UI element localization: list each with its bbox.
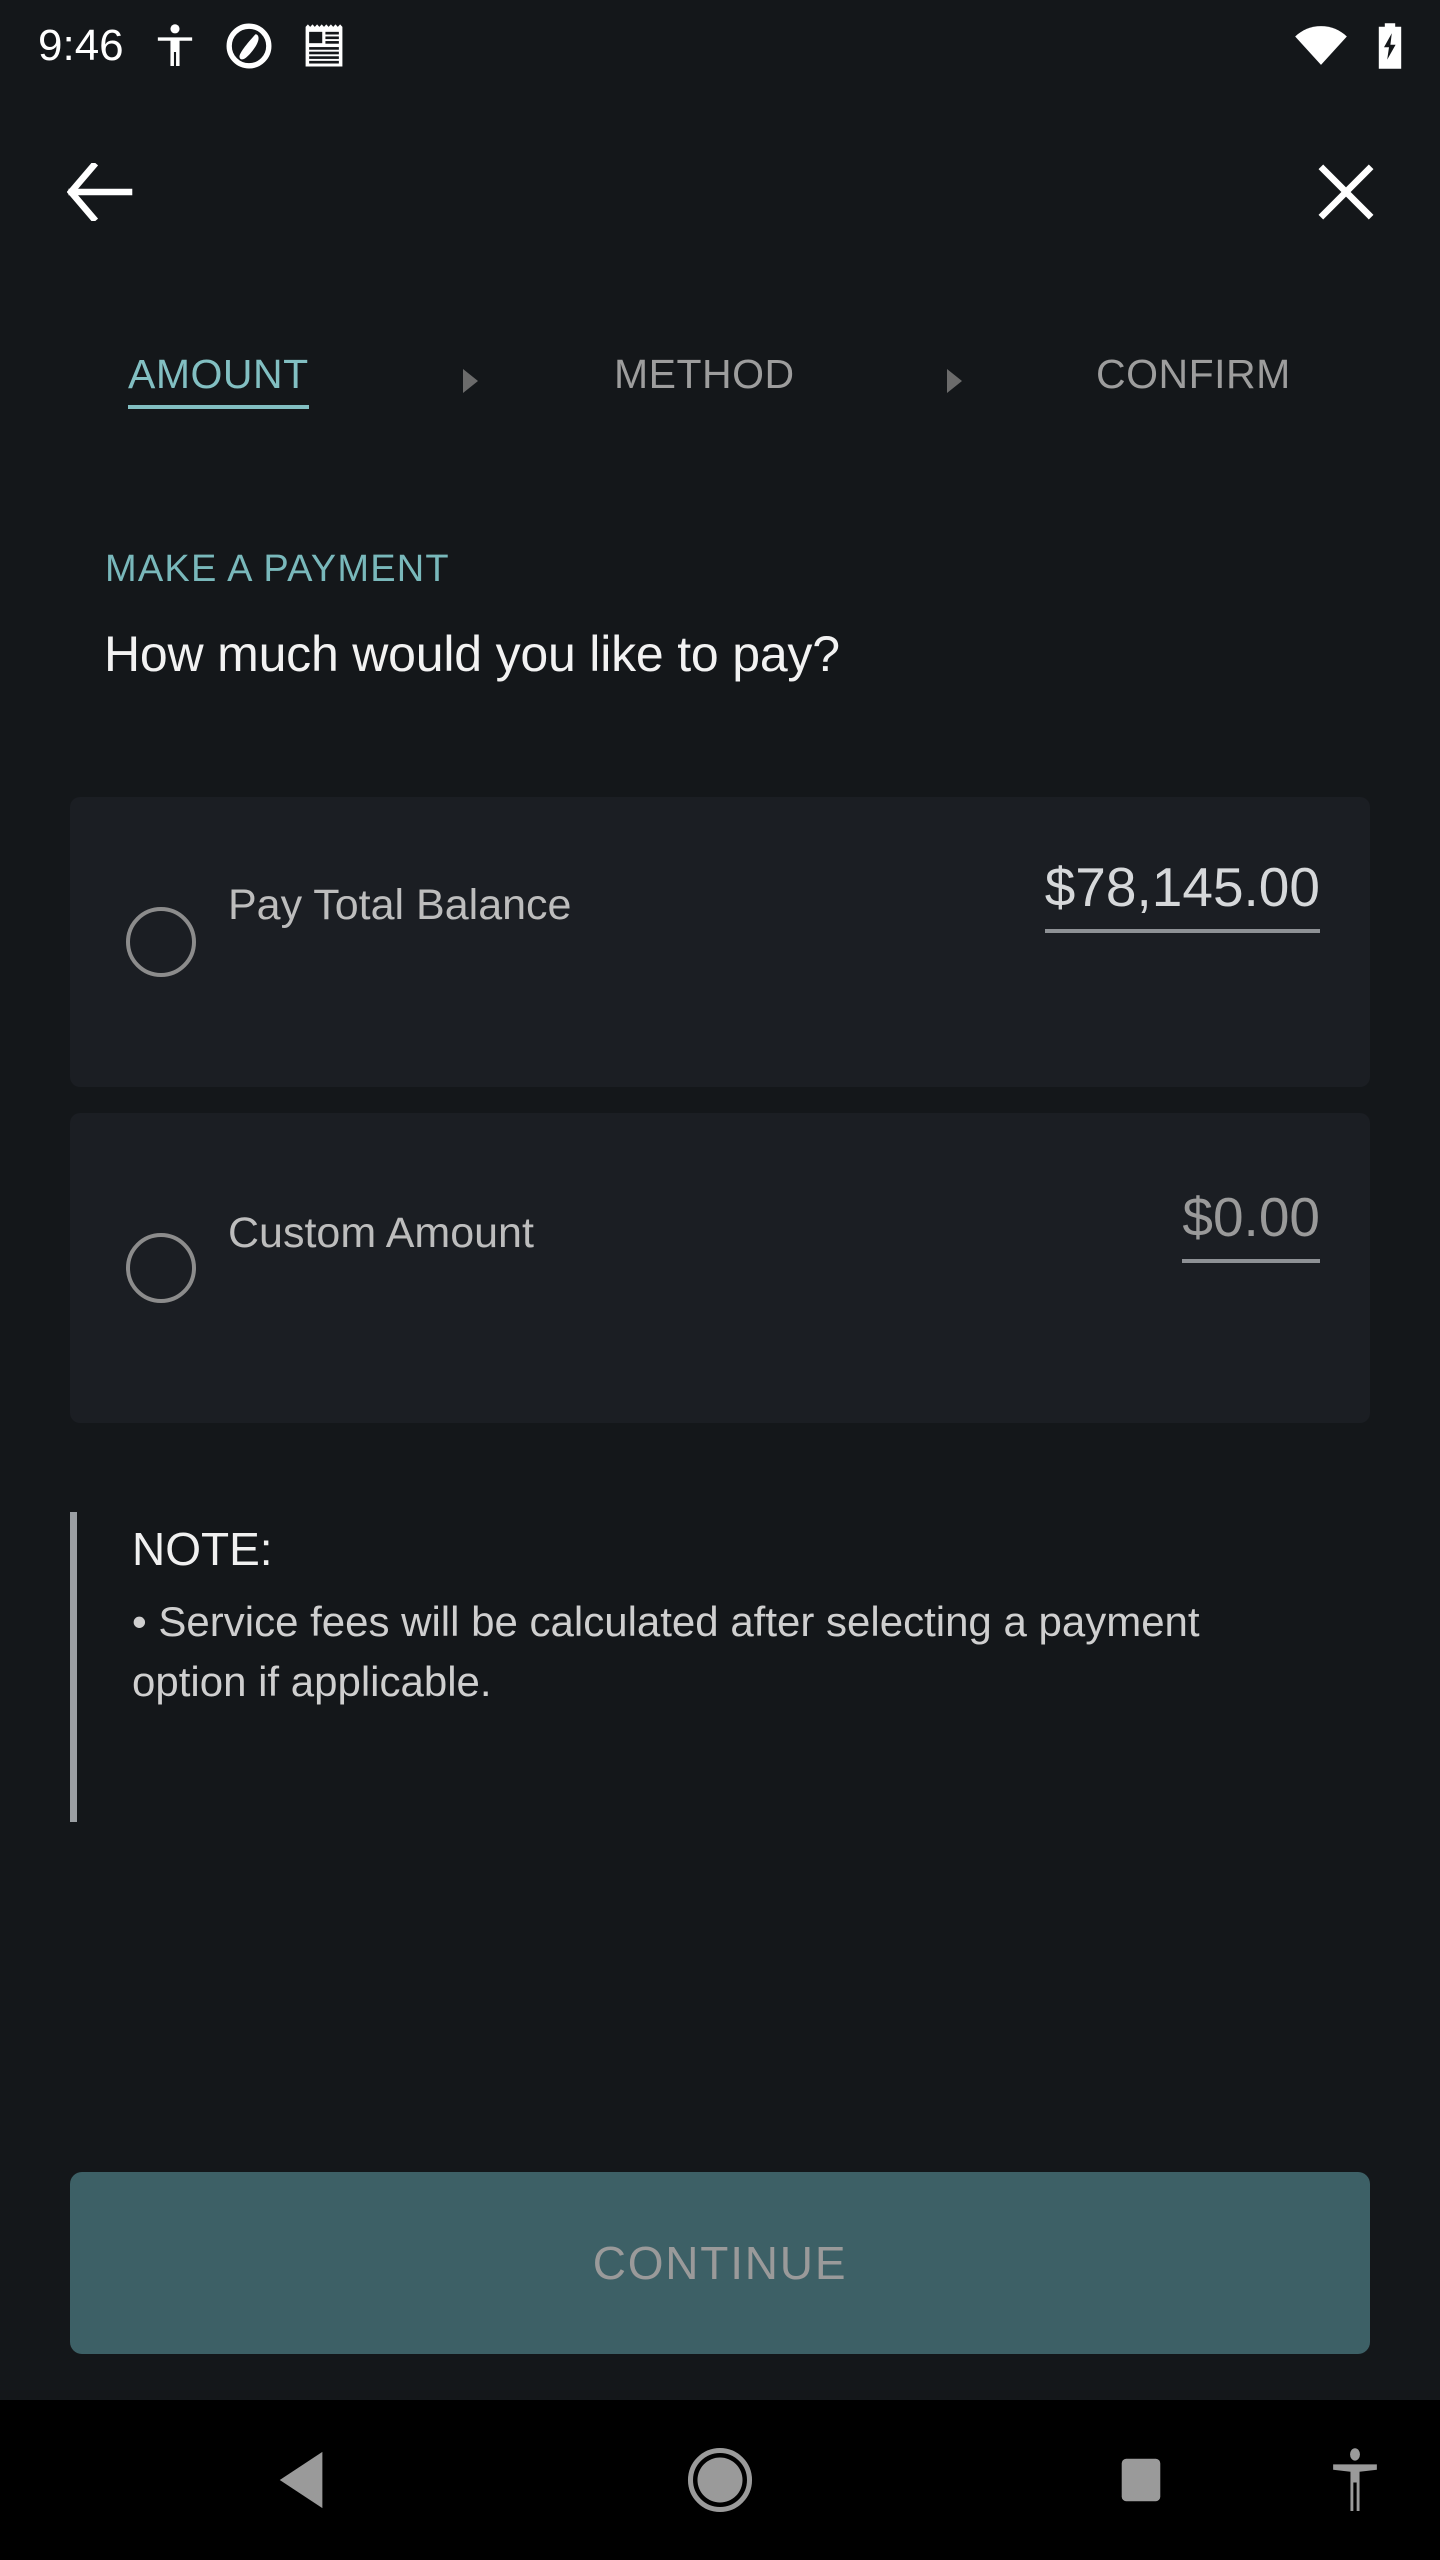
payment-amount-screen: 9:46 AMOUNT METHOD CONFIRM MAKE A PAYMEN…: [0, 0, 1440, 2560]
nav-home-button[interactable]: [672, 2440, 768, 2520]
battery-charging-icon: [1378, 23, 1402, 69]
checkout-stepper: AMOUNT METHOD CONFIRM: [0, 335, 1440, 435]
payment-option-custom-amount[interactable]: Custom Amount $0.00: [70, 1113, 1370, 1423]
step-amount[interactable]: AMOUNT: [128, 351, 309, 409]
page-title: How much would you like to pay?: [104, 626, 840, 682]
note-accent-bar: [70, 1512, 77, 1822]
step-method[interactable]: METHOD: [614, 351, 795, 398]
continue-button-label: CONTINUE: [592, 2237, 848, 2289]
note-block: NOTE: • Service fees will be calculated …: [70, 1512, 1370, 1822]
nav-recents-square-icon: [1121, 2458, 1161, 2502]
nav-home-circle-icon: [687, 2447, 753, 2513]
app-bar: [0, 120, 1440, 260]
nav-back-triangle-icon: [279, 2451, 323, 2509]
step-separator-2: [947, 369, 962, 393]
close-x-icon: [1318, 164, 1374, 220]
status-bar: 9:46: [0, 0, 1440, 92]
back-button[interactable]: [52, 144, 148, 240]
back-arrow-icon: [67, 163, 133, 221]
amount-total-balance[interactable]: $78,145.00: [1044, 855, 1320, 933]
note-body: • Service fees will be calculated after …: [132, 1598, 1200, 1705]
status-bar-left: 9:46: [38, 23, 346, 69]
nav-back-button[interactable]: [258, 2444, 348, 2516]
accessibility-icon: [157, 24, 192, 66]
option-label-total-balance: Pay Total Balance: [228, 881, 572, 929]
nav-accessibility-icon: [1333, 2448, 1377, 2511]
step-separator-1: [463, 369, 478, 393]
android-navigation-bar: [0, 2400, 1440, 2560]
status-bar-clock: 9:46: [38, 21, 124, 70]
radio-custom-amount[interactable]: [126, 1233, 196, 1303]
nav-recents-button[interactable]: [1106, 2448, 1176, 2512]
close-button[interactable]: [1298, 144, 1394, 240]
continue-button[interactable]: CONTINUE: [70, 2172, 1370, 2354]
do-not-disturb-icon: [226, 23, 272, 69]
payment-option-total-balance[interactable]: Pay Total Balance $78,145.00: [70, 797, 1370, 1087]
radio-pay-total-balance[interactable]: [126, 907, 196, 977]
status-bar-right: [1294, 22, 1406, 70]
step-confirm[interactable]: CONFIRM: [1096, 351, 1291, 398]
note-title: NOTE:: [132, 1523, 273, 1575]
amount-custom-input[interactable]: $0.00: [1182, 1185, 1320, 1263]
news-document-icon: [305, 24, 343, 67]
wifi-icon: [1295, 26, 1347, 65]
section-eyebrow: MAKE A PAYMENT: [105, 548, 450, 590]
option-label-custom-amount: Custom Amount: [228, 1209, 534, 1257]
nav-accessibility-button[interactable]: [1318, 2440, 1392, 2520]
